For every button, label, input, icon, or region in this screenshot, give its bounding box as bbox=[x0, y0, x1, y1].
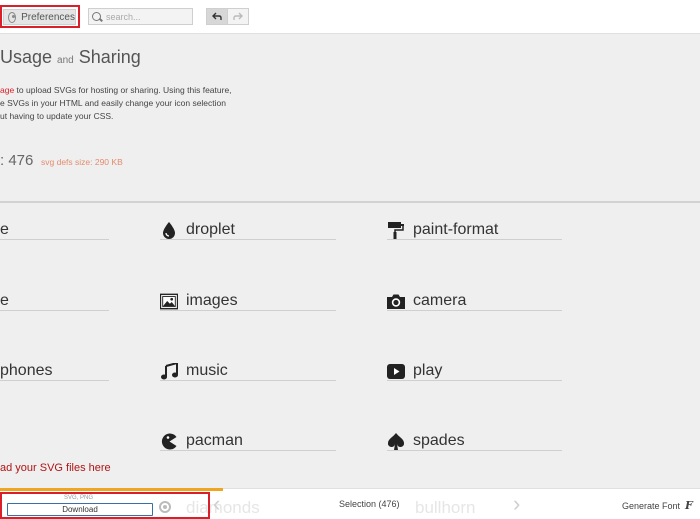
glyph-cell-pacman[interactable]: pacman bbox=[160, 429, 336, 451]
paint-format-icon bbox=[387, 221, 405, 239]
redo-button[interactable] bbox=[227, 9, 248, 24]
glyph-label: pacman bbox=[186, 432, 243, 449]
glyph-cell-left-1[interactable]: e bbox=[0, 218, 109, 240]
glyph-cell-music[interactable]: music bbox=[160, 359, 336, 381]
chevron-right-icon[interactable]: › bbox=[513, 491, 520, 517]
generate-font-label: Generate Font bbox=[622, 501, 681, 511]
icon-count: : 476 bbox=[0, 152, 34, 169]
glyph-label: paint-format bbox=[413, 221, 499, 238]
description-link[interactable]: age bbox=[0, 85, 14, 95]
glyph-label: spades bbox=[413, 432, 465, 449]
description-line1: to upload SVGs for hosting or sharing. U… bbox=[14, 85, 232, 95]
glyph-cell-play[interactable]: play bbox=[387, 359, 562, 381]
glyph-cell-left-3[interactable]: phones bbox=[0, 359, 109, 381]
title-and: and bbox=[57, 55, 74, 66]
ghost-glyph-bullhorn: bullhorn bbox=[415, 498, 476, 517]
glyph-label: camera bbox=[413, 292, 467, 309]
upload-hint: ad your SVG files here bbox=[0, 462, 111, 474]
download-button[interactable]: Download bbox=[7, 503, 153, 516]
preferences-button-highlight[interactable]: Preferences bbox=[0, 5, 80, 28]
gear-icon[interactable] bbox=[159, 501, 171, 513]
glyph-label: play bbox=[413, 362, 443, 379]
page-title: Usage and Sharing bbox=[0, 47, 141, 68]
spades-icon bbox=[387, 432, 405, 450]
glyph-label: e bbox=[0, 221, 9, 238]
search-icon bbox=[92, 12, 101, 21]
glyph-cell-left-2[interactable]: e bbox=[0, 289, 109, 311]
top-toolbar: Preferences search... bbox=[0, 0, 700, 34]
glyph-label: phones bbox=[0, 362, 53, 379]
search-placeholder: search... bbox=[106, 11, 141, 22]
undo-icon bbox=[211, 12, 222, 20]
preferences-button[interactable]: Preferences bbox=[3, 9, 76, 25]
glyph-label: music bbox=[186, 362, 228, 379]
generate-font-button[interactable]: Generate Font F bbox=[622, 499, 693, 512]
redo-icon bbox=[233, 12, 243, 20]
undo-redo-group bbox=[206, 8, 249, 25]
gear-icon bbox=[8, 11, 17, 23]
glyph-cell-paint-format[interactable]: paint-format bbox=[387, 218, 562, 240]
glyph-label: images bbox=[186, 292, 238, 309]
glyph-cell-droplet[interactable]: droplet bbox=[160, 218, 336, 240]
undo-button[interactable] bbox=[207, 9, 228, 24]
glyph-label: e bbox=[0, 292, 9, 309]
images-icon bbox=[160, 292, 178, 310]
description-line2: e SVGs in your HTML and easily change yo… bbox=[0, 98, 226, 108]
selection-count[interactable]: Selection (476) bbox=[339, 499, 400, 509]
music-icon bbox=[160, 362, 178, 380]
title-usage: Usage bbox=[0, 47, 53, 67]
preferences-label: Preferences bbox=[21, 11, 75, 23]
glyph-cell-spades[interactable]: spades bbox=[387, 429, 562, 451]
search-input[interactable]: search... bbox=[88, 8, 193, 25]
description-line3: ut having to update your CSS. bbox=[0, 111, 114, 121]
glyph-cell-camera[interactable]: camera bbox=[387, 289, 562, 311]
svg-defs-size: svg defs size: 290 KB bbox=[41, 157, 123, 167]
section-divider bbox=[0, 201, 700, 203]
format-label: SVG, PNG bbox=[64, 495, 94, 501]
glyph-cell-images[interactable]: images bbox=[160, 289, 336, 311]
title-sharing: Sharing bbox=[78, 47, 141, 67]
font-icon: F bbox=[685, 499, 693, 512]
glyph-label: droplet bbox=[186, 221, 235, 238]
play-icon bbox=[387, 362, 405, 380]
pacman-icon bbox=[160, 432, 178, 450]
droplet-icon bbox=[160, 221, 178, 239]
progress-accent-bar bbox=[0, 488, 223, 491]
download-panel-highlight: SVG, PNG Download bbox=[0, 492, 210, 519]
chevron-left-icon[interactable]: ‹ bbox=[213, 491, 220, 517]
usage-description: age to upload SVGs for hosting or sharin… bbox=[0, 84, 245, 123]
camera-icon bbox=[387, 292, 405, 310]
